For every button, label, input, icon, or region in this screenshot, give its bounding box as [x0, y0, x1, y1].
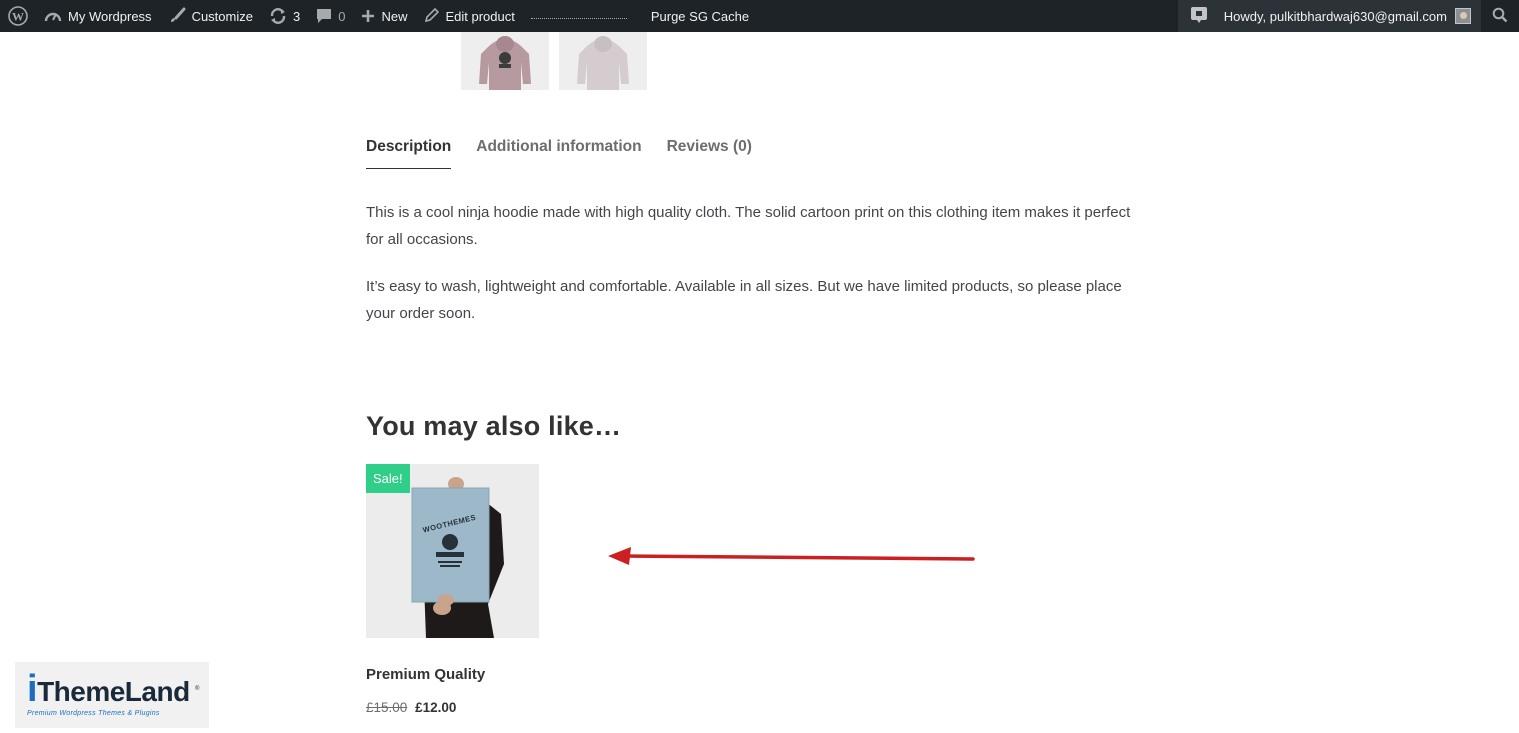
new-label: New — [381, 8, 408, 24]
customize-link[interactable]: Customize — [160, 0, 261, 32]
updates-link[interactable]: 3 — [261, 0, 308, 32]
edit-product-link[interactable]: Edit product — [415, 0, 522, 32]
site-name-menu[interactable]: My Wordpress — [36, 0, 160, 32]
wordpress-logo-icon: W — [8, 6, 28, 26]
comment-icon — [316, 8, 332, 24]
hoodie-front-image — [479, 36, 531, 90]
admin-bar-secondary: Howdy, pulkitbhardwaj630@gmail.com — [1177, 0, 1519, 32]
gallery-thumbnail-hoodie-front[interactable] — [461, 32, 549, 90]
updates-count: 3 — [292, 8, 301, 24]
hoodie-back-image — [577, 36, 629, 90]
search-icon — [1492, 7, 1508, 26]
svg-text:W: W — [12, 10, 24, 24]
gallery-thumbnail-hoodie-back[interactable] — [559, 32, 647, 90]
description-paragraph: It’s easy to wash, lightweight and comfo… — [366, 278, 1122, 322]
description-panel: This is a cool ninja hoodie made with hi… — [366, 199, 1146, 347]
howdy-label: Howdy, pulkitbhardwaj630@gmail.com — [1223, 8, 1447, 24]
product-price: £15.00 £12.00 — [366, 700, 456, 715]
dashboard-icon — [44, 8, 62, 24]
product-tabs: Description Additional information Revie… — [366, 138, 777, 169]
logo-registered-mark: ® — [195, 686, 200, 692]
comments-count: 0 — [338, 8, 346, 24]
wordpress-logo-menu[interactable]: W — [0, 0, 36, 32]
sale-badge: Sale! — [366, 464, 410, 493]
admin-bar: W My Wordpress Customize 3 0 New Edit pr… — [0, 0, 1519, 32]
notification-icon — [1190, 6, 1208, 27]
regular-price: £15.00 — [366, 700, 408, 715]
tab-reviews[interactable]: Reviews (0) — [667, 138, 752, 169]
description-paragraph: This is a cool ninja hoodie made with hi… — [366, 204, 1131, 248]
updates-icon — [269, 7, 287, 25]
brush-icon — [168, 7, 186, 25]
logo-wordmark: iThemeLand — [27, 668, 190, 711]
itheme-land-logo: iThemeLand ® Premium Wordpress Themes & … — [15, 662, 209, 728]
avatar — [1455, 8, 1471, 24]
new-content-menu[interactable]: New — [353, 0, 415, 32]
hidden-menu-placeholder[interactable] — [530, 9, 627, 19]
comments-link[interactable]: 0 — [308, 0, 353, 32]
pencil-icon — [423, 8, 440, 24]
customize-label: Customize — [191, 8, 253, 24]
search-button[interactable] — [1481, 0, 1519, 32]
related-product-title[interactable]: Premium Quality — [366, 666, 485, 683]
edit-product-label: Edit product — [445, 8, 515, 24]
my-account-menu[interactable]: Howdy, pulkitbhardwaj630@gmail.com — [1219, 0, 1481, 32]
notifications-button[interactable] — [1177, 0, 1220, 32]
plus-icon — [361, 9, 375, 23]
logo-letter-i: i — [27, 668, 38, 710]
annotation-arrow-icon — [608, 547, 975, 565]
tab-additional-information[interactable]: Additional information — [476, 138, 641, 169]
site-name-label: My Wordpress — [68, 8, 152, 24]
purge-cache-link[interactable]: Purge SG Cache — [643, 0, 757, 32]
logo-brand-text: ThemeLand — [37, 676, 190, 707]
related-products-heading: You may also like… — [366, 411, 622, 441]
logo-tagline: Premium Wordpress Themes & Plugins — [27, 710, 160, 717]
purge-cache-label: Purge SG Cache — [650, 8, 750, 24]
sale-price: £12.00 — [415, 700, 457, 715]
tab-description[interactable]: Description — [366, 138, 452, 169]
